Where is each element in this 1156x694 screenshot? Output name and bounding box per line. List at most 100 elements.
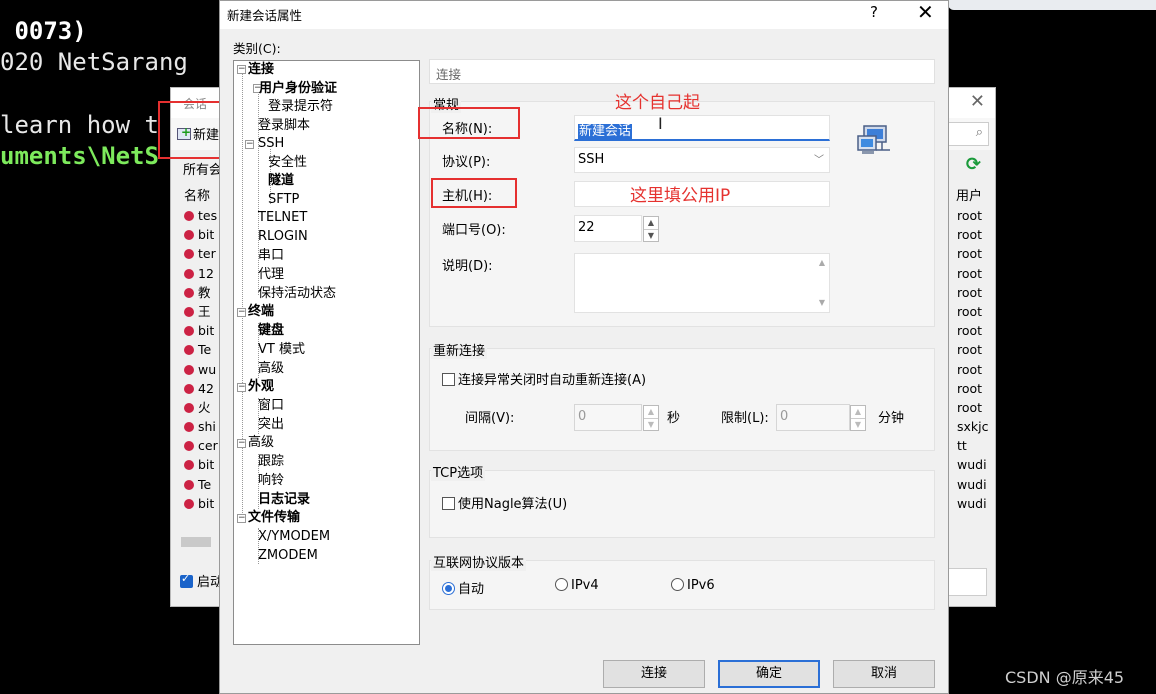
tree-item-ssh[interactable]: SSH <box>258 136 284 152</box>
protocol-label: 协议(P): <box>442 155 491 170</box>
stepper-down-icon[interactable]: ▼ <box>644 418 658 430</box>
stepper-down-icon[interactable]: ▼ <box>644 229 658 241</box>
collapse-icon[interactable]: − <box>237 439 246 448</box>
session-icon <box>184 422 194 433</box>
ok-button[interactable]: 确定 <box>718 660 820 688</box>
radio-auto[interactable]: 自动 <box>442 578 484 597</box>
refresh-icon[interactable]: ⟳ <box>966 154 981 175</box>
session-user: root <box>957 208 983 223</box>
tree-item-window[interactable]: 窗口 <box>258 398 284 414</box>
horizontal-scrollbar[interactable] <box>181 537 211 547</box>
scroll-down-icon[interactable]: ▼ <box>819 298 825 307</box>
interval-stepper[interactable]: ▲ ▼ <box>643 405 659 431</box>
collapse-icon[interactable]: − <box>237 383 246 392</box>
session-row[interactable]: 42 <box>184 379 218 398</box>
tree-item-keepalive[interactable]: 保持活动状态 <box>258 286 336 302</box>
session-row[interactable]: 教 <box>184 283 218 302</box>
session-row[interactable]: cer <box>184 436 218 455</box>
session-row[interactable]: shi <box>184 417 218 436</box>
auto-reconnect-checkbox[interactable]: 连接异常关闭时自动重新连接(A) <box>442 369 646 388</box>
session-user: root <box>957 399 983 415</box>
session-user: root <box>957 303 983 319</box>
tree-item-rlogin[interactable]: RLOGIN <box>258 229 308 245</box>
stepper-up-icon[interactable]: ▲ <box>644 217 658 229</box>
tree-item-file-transfer[interactable]: 文件传输 <box>248 510 300 526</box>
close-icon[interactable]: ✕ <box>970 91 985 112</box>
tree-item-user-auth[interactable]: 用户身份验证 <box>259 81 337 97</box>
connect-button[interactable]: 连接 <box>603 660 705 688</box>
collapse-icon[interactable]: − <box>237 65 246 74</box>
session-row[interactable]: bit <box>184 494 218 513</box>
description-textarea[interactable]: ▲ ▼ <box>574 253 830 313</box>
tree-item-advanced[interactable]: 高级 <box>258 361 284 377</box>
close-button[interactable]: ✕ <box>917 0 934 24</box>
tree-item-sftp[interactable]: SFTP <box>268 192 299 208</box>
annotation-box-host-label <box>431 178 517 208</box>
name-input[interactable]: 新建会话 <box>574 115 830 141</box>
tree-item-login-prompt[interactable]: 登录提示符 <box>268 99 333 115</box>
session-row[interactable]: wu <box>184 360 218 379</box>
session-row[interactable]: bit <box>184 455 218 474</box>
port-stepper[interactable]: ▲ ▼ <box>643 216 659 242</box>
help-button[interactable]: ? <box>870 3 878 21</box>
scroll-up-icon[interactable]: ▲ <box>819 258 825 267</box>
radio-ipv4[interactable]: IPv4 <box>555 578 599 593</box>
tree-item-telnet[interactable]: TELNET <box>258 210 307 226</box>
session-row[interactable]: 火 <box>184 398 218 417</box>
tree-item-connection[interactable]: 连接 <box>248 62 274 78</box>
column-header-user[interactable]: 用户 <box>956 185 982 204</box>
tree-item-serial[interactable]: 串口 <box>258 248 284 264</box>
collapse-icon[interactable]: − <box>245 140 254 149</box>
tree-item-vt-mode[interactable]: VT 模式 <box>258 342 305 358</box>
stepper-up-icon[interactable]: ▲ <box>644 406 658 418</box>
tree-item-advanced-group[interactable]: 高级 <box>248 435 274 451</box>
tree-item-highlight[interactable]: 突出 <box>258 417 284 433</box>
port-input[interactable]: 22 <box>574 215 642 242</box>
session-icon <box>184 306 194 317</box>
session-users: root root root root root root root root … <box>957 206 989 513</box>
show-on-startup-checkbox[interactable]: 启动 <box>180 571 223 590</box>
session-user: root <box>957 342 983 358</box>
tree-item-keyboard[interactable]: 键盘 <box>258 323 284 339</box>
search-icon: ⌕ <box>975 125 983 140</box>
chevron-down-icon: ﹀ <box>814 155 824 166</box>
interval-input[interactable]: 0 <box>574 404 642 431</box>
session-row[interactable]: bit <box>184 225 218 244</box>
session-row[interactable]: ter <box>184 244 218 263</box>
collapse-icon[interactable]: − <box>237 308 246 317</box>
tree-item-bell[interactable]: 响铃 <box>258 473 284 489</box>
tree-item-tunnel[interactable]: 隧道 <box>268 173 294 189</box>
port-value: 22 <box>578 220 595 235</box>
collapse-icon[interactable]: − <box>237 514 246 523</box>
tree-item-appearance[interactable]: 外观 <box>248 379 274 395</box>
nagle-checkbox[interactable]: 使用Nagle算法(U) <box>442 493 567 512</box>
stepper-down-icon[interactable]: ▼ <box>851 418 865 430</box>
session-row[interactable]: bit <box>184 321 218 340</box>
session-row[interactable]: tes <box>184 206 218 225</box>
tree-item-xymodem[interactable]: X/YMODEM <box>258 529 330 545</box>
tree-item-trace[interactable]: 跟踪 <box>258 454 284 470</box>
tree-item-logging[interactable]: 日志记录 <box>258 492 310 508</box>
session-row[interactable]: Te <box>184 340 218 359</box>
limit-input[interactable]: 0 <box>776 404 850 431</box>
interval-label: 间隔(V): <box>465 411 515 426</box>
column-header-name[interactable]: 名称 <box>184 185 210 204</box>
session-row[interactable]: 王 <box>184 302 218 321</box>
protocol-select[interactable]: SSH ﹀ <box>574 147 830 173</box>
tree-item-proxy[interactable]: 代理 <box>258 267 284 283</box>
session-user: wudi <box>957 495 987 511</box>
terminal-line-4: uments\NetS <box>0 142 159 170</box>
stepper-up-icon[interactable]: ▲ <box>851 406 865 418</box>
reconnect-group <box>429 348 935 451</box>
cancel-button[interactable]: 取消 <box>833 660 935 688</box>
tree-item-security[interactable]: 安全性 <box>268 155 307 171</box>
radio-ipv6[interactable]: IPv6 <box>671 578 715 593</box>
session-row[interactable]: Te <box>184 475 218 494</box>
session-row[interactable]: 12 <box>184 264 218 283</box>
tree-item-terminal[interactable]: 终端 <box>248 304 274 320</box>
tree-item-login-script[interactable]: 登录脚本 <box>258 118 310 134</box>
session-user: sxkjc <box>957 419 989 435</box>
limit-stepper[interactable]: ▲ ▼ <box>850 405 866 431</box>
tree-item-zmodem[interactable]: ZMODEM <box>258 548 318 564</box>
radio-icon <box>555 578 568 591</box>
